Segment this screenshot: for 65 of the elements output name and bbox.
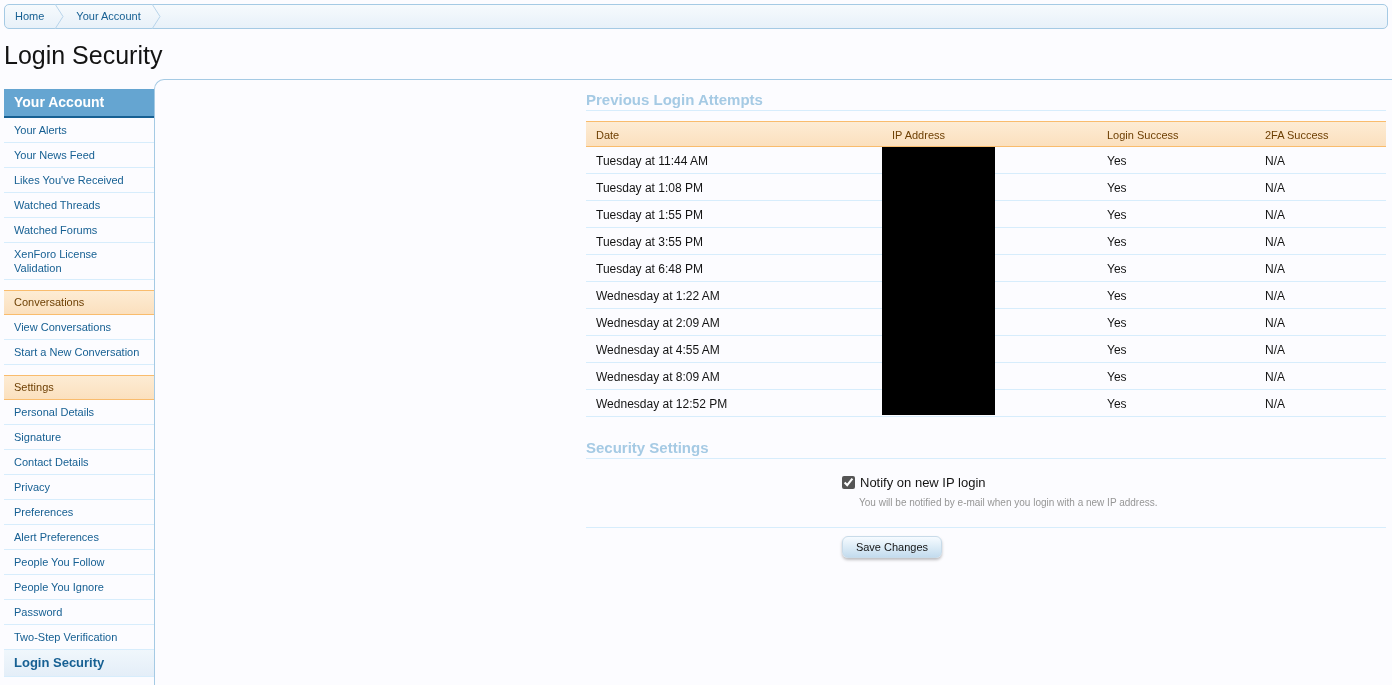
table-cell: Yes: [1107, 154, 1127, 168]
sidebar-item[interactable]: Preferences: [4, 500, 154, 525]
table-cell: N/A: [1265, 208, 1285, 222]
table-cell: Tuesday at 6:48 PM: [596, 262, 703, 276]
sidebar-item[interactable]: View Conversations: [4, 315, 154, 340]
table-cell: N/A: [1265, 343, 1285, 357]
chevron-separator-icon: [54, 4, 65, 29]
checkbox-label: Notify on new IP login: [860, 474, 986, 492]
chevron-separator-icon: [150, 4, 161, 29]
save-button[interactable]: Save Changes: [842, 535, 942, 558]
sidebar-item[interactable]: Contact Details: [4, 450, 154, 475]
table-cell: Tuesday at 1:08 PM: [596, 181, 703, 195]
sidebar-item[interactable]: People You Ignore: [4, 575, 154, 600]
table-cell: N/A: [1265, 262, 1285, 276]
table-cell: Wednesday at 8:09 AM: [596, 370, 720, 384]
table-cell: Yes: [1107, 316, 1127, 330]
sidebar-heading: Settings: [4, 375, 154, 400]
sidebar-item[interactable]: Your News Feed: [4, 143, 154, 168]
column-header: 2FA Success: [1265, 129, 1329, 141]
table-cell: N/A: [1265, 154, 1285, 168]
table-cell: Yes: [1107, 181, 1127, 195]
table-cell: N/A: [1265, 397, 1285, 411]
table-cell: Wednesday at 12:52 PM: [596, 397, 728, 411]
table-cell: Yes: [1107, 262, 1127, 276]
table-cell: Tuesday at 1:55 PM: [596, 208, 703, 222]
table-cell: Yes: [1107, 289, 1127, 303]
section-heading: Previous Login Attempts: [586, 89, 1386, 111]
table-cell: Wednesday at 4:55 AM: [596, 343, 720, 357]
section-heading: Security Settings: [586, 437, 1386, 459]
table-cell: N/A: [1265, 235, 1285, 249]
page-title: Login Security: [4, 40, 163, 71]
breadcrumb-link[interactable]: Home: [5, 5, 63, 28]
breadcrumb-link[interactable]: Your Account: [66, 5, 159, 28]
table-cell: N/A: [1265, 289, 1285, 303]
column-header: Login Success: [1107, 129, 1179, 141]
table-cell: Yes: [1107, 397, 1127, 411]
table-cell: Tuesday at 3:55 PM: [596, 235, 703, 249]
table-cell: Wednesday at 2:09 AM: [596, 316, 720, 330]
table-cell: Yes: [1107, 208, 1127, 222]
table-cell: N/A: [1265, 181, 1285, 195]
table-cell: N/A: [1265, 316, 1285, 330]
sidebar-item[interactable]: People You Follow: [4, 550, 154, 575]
sidebar-item[interactable]: Signature: [4, 425, 154, 450]
table-cell: Yes: [1107, 370, 1127, 384]
notify-checkbox[interactable]: [842, 476, 855, 490]
sidebar-item[interactable]: Your Alerts: [4, 118, 154, 143]
sidebar-item[interactable]: Start a New Conversation: [4, 340, 154, 365]
table-cell: Yes: [1107, 235, 1127, 249]
sidebar-item[interactable]: Watched Threads: [4, 193, 154, 218]
sidebar-item[interactable]: Password: [4, 600, 154, 625]
sidebar-item[interactable]: XenForo License Validation: [4, 243, 154, 280]
sidebar-heading: Conversations: [4, 290, 154, 315]
column-header: Date: [596, 129, 620, 141]
sidebar-item[interactable]: Privacy: [4, 475, 154, 500]
sidebar-item[interactable]: Watched Forums: [4, 218, 154, 243]
table-cell: N/A: [1265, 370, 1285, 384]
sidebar-item[interactable]: Likes You've Received: [4, 168, 154, 193]
column-header: IP Address: [892, 129, 945, 141]
sidebar-item[interactable]: Alert Preferences: [4, 525, 154, 550]
table-cell: Yes: [1107, 343, 1127, 357]
sidebar-item[interactable]: Personal Details: [4, 400, 154, 425]
table-cell: Wednesday at 1:22 AM: [596, 289, 720, 303]
sidebar-item[interactable]: Login Security: [4, 650, 154, 677]
table-cell: Tuesday at 11:44 AM: [596, 154, 709, 168]
hint-text: You will be notified by e-mail when you login with a new IP address.: [858, 495, 1159, 510]
